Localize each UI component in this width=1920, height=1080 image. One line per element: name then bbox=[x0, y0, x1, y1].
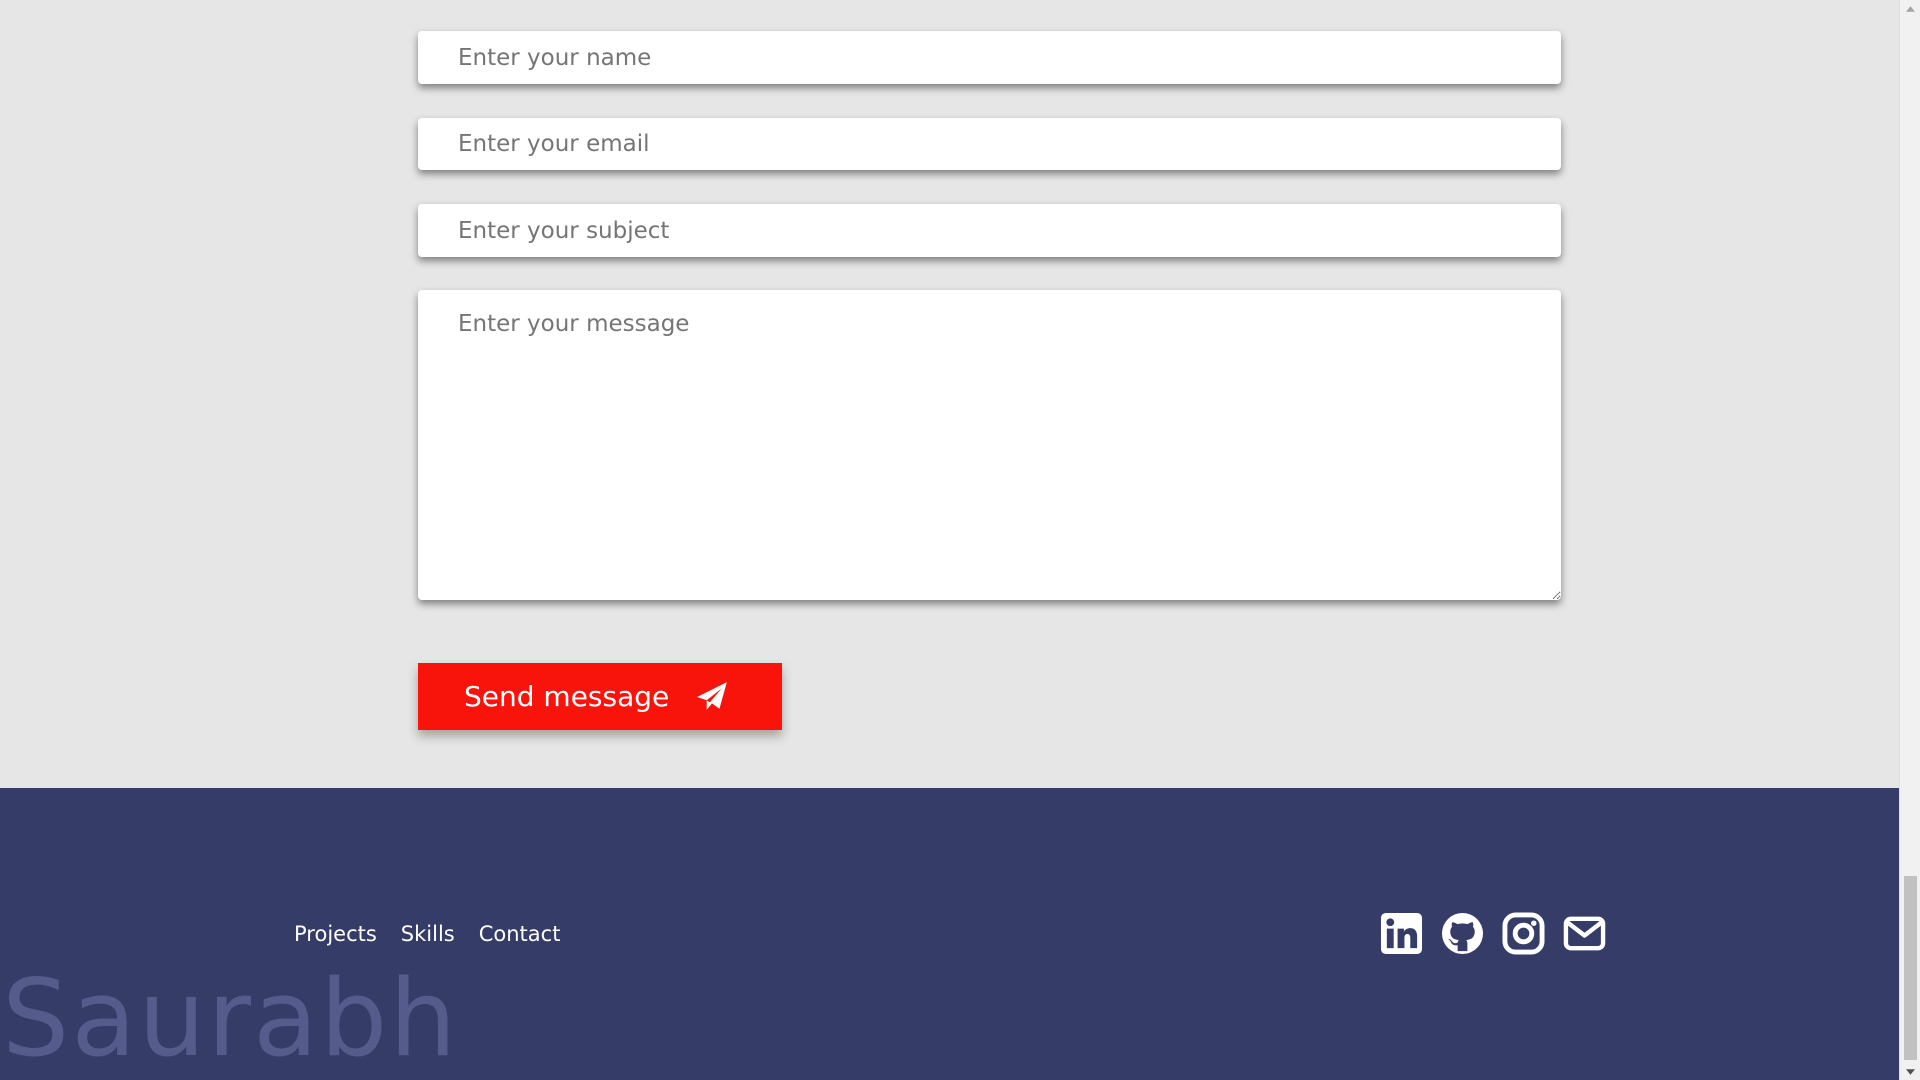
paper-plane-icon bbox=[695, 680, 729, 714]
linkedin-icon[interactable] bbox=[1380, 912, 1423, 955]
github-icon[interactable] bbox=[1441, 912, 1484, 955]
send-message-label: Send message bbox=[464, 680, 670, 713]
footer-link-contact[interactable]: Contact bbox=[479, 922, 561, 946]
footer-link-skills[interactable]: Skills bbox=[401, 922, 455, 946]
email-input[interactable] bbox=[418, 118, 1561, 170]
scroll-up-arrow-icon[interactable] bbox=[1900, 0, 1920, 17]
scrollbar-thumb[interactable] bbox=[1904, 876, 1917, 1060]
message-textarea[interactable] bbox=[418, 290, 1561, 600]
scroll-down-arrow-icon[interactable] bbox=[1900, 1063, 1920, 1080]
email-icon[interactable] bbox=[1563, 912, 1606, 955]
footer-nav: Projects Skills Contact bbox=[294, 922, 560, 946]
instagram-icon[interactable] bbox=[1502, 912, 1545, 955]
send-message-button[interactable]: Send message bbox=[418, 663, 782, 730]
footer-link-projects[interactable]: Projects bbox=[294, 922, 377, 946]
brand-watermark: Saurabh bbox=[2, 957, 459, 1080]
footer: Projects Skills Contact Saurabh bbox=[0, 788, 1899, 1080]
name-input[interactable] bbox=[418, 31, 1561, 84]
page: Send message Projects Skills Contact bbox=[0, 0, 1920, 1080]
contact-form-section: Send message bbox=[0, 0, 1899, 788]
vertical-scrollbar[interactable] bbox=[1899, 0, 1920, 1080]
subject-input[interactable] bbox=[418, 204, 1561, 257]
social-links bbox=[1380, 912, 1606, 955]
